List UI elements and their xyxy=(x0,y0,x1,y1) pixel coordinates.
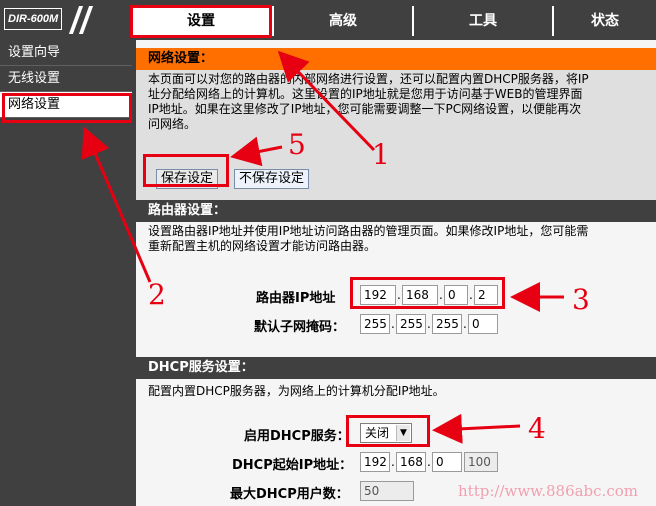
annotation-1: 1 xyxy=(372,138,390,171)
annotation-arrows xyxy=(81,50,564,444)
annotation-4: 4 xyxy=(528,412,546,445)
annotation-2: 2 xyxy=(148,278,166,311)
annotation-5: 5 xyxy=(288,128,306,161)
annotation-3: 3 xyxy=(572,283,590,316)
watermark: http://www.886abc.com xyxy=(458,482,638,500)
